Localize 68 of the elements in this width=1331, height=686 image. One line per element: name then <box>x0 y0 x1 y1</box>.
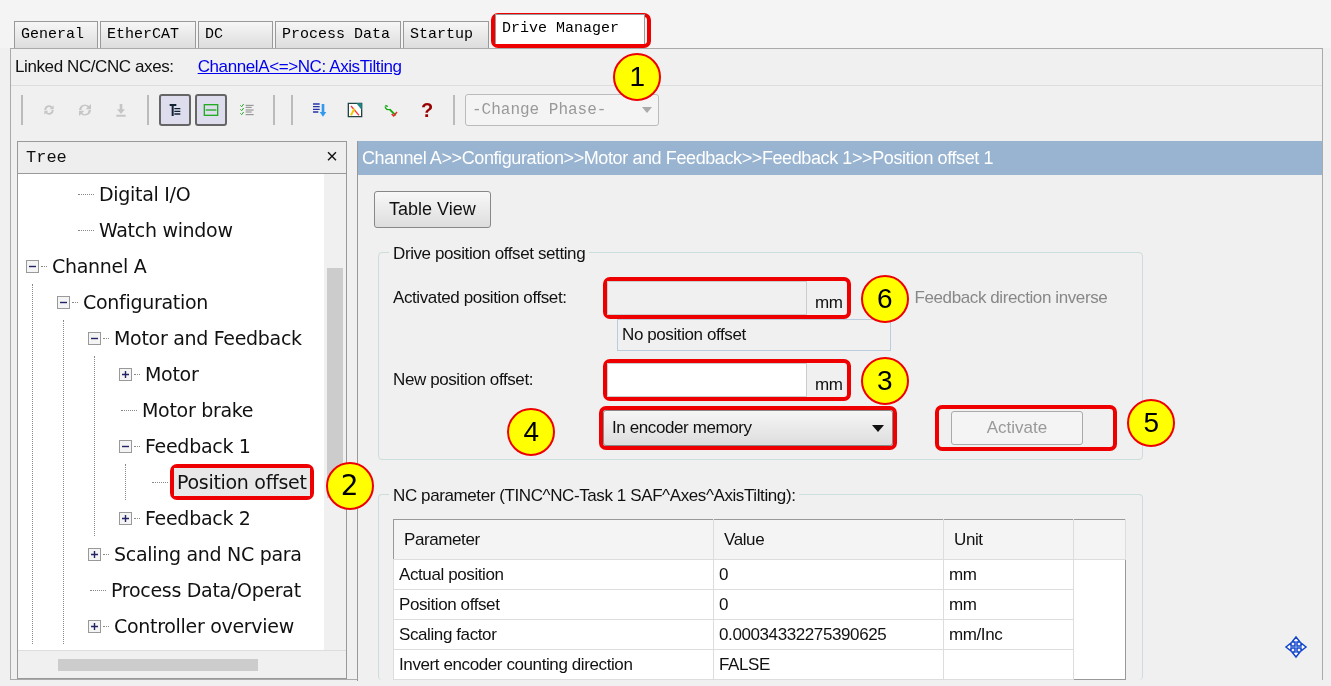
tab[interactable]: General <box>14 21 98 48</box>
tree-item[interactable]: Configuration <box>80 287 211 317</box>
close-button[interactable]: × <box>326 142 338 173</box>
tree-item[interactable]: Motor brake <box>139 395 257 425</box>
unit-label: mm <box>815 291 843 314</box>
table-cell: Invert encoder counting direction <box>399 654 633 674</box>
callout-marker: 5 <box>1127 399 1175 447</box>
axis-link[interactable]: ChannelA<=>NC: AxisTilting <box>197 54 402 80</box>
tab[interactable]: EtherCAT <box>100 21 196 48</box>
tab[interactable]: Drive Manager <box>495 14 645 44</box>
tree-item[interactable]: Channel A <box>49 251 150 281</box>
status-box: No position offset <box>617 319 891 351</box>
callout-marker: 3 <box>860 357 909 405</box>
link-label: Linked NC/CNC axes: <box>15 56 174 79</box>
help-button[interactable]: ? <box>411 93 443 126</box>
target-dropdown[interactable]: In encoder memory <box>603 410 893 446</box>
table-cell: FALSE <box>719 654 770 674</box>
expander-icon[interactable] <box>88 547 101 561</box>
expander-icon[interactable] <box>88 619 101 633</box>
tree-item[interactable]: Process Data/Operat <box>108 575 304 605</box>
tree-view-button[interactable] <box>159 93 191 126</box>
table-cell: mm/Inc <box>949 624 1003 644</box>
expander-icon[interactable] <box>119 439 132 453</box>
dropdown-arrow-icon <box>872 424 884 432</box>
tree-item[interactable]: Watch window <box>96 215 236 245</box>
tree-item[interactable]: Digital I/O <box>96 179 194 209</box>
tab[interactable]: DC <box>198 21 273 48</box>
expander-icon[interactable] <box>119 367 132 381</box>
column-header: Unit <box>943 519 1074 560</box>
tree-item[interactable]: Feedback 2 <box>142 503 254 533</box>
field-label: Activated position offset: <box>393 287 568 310</box>
expander-icon[interactable] <box>57 295 70 309</box>
column-header: Parameter <box>393 519 714 560</box>
table-cell: 0 <box>719 564 729 584</box>
offset-input[interactable] <box>607 363 807 397</box>
table-cell: mm <box>949 594 977 614</box>
tab[interactable]: Process Data <box>275 21 401 48</box>
option-label: Feedback direction inverse <box>913 287 1108 310</box>
dropdown-value: In encoder memory <box>612 417 752 440</box>
expander-icon[interactable] <box>119 511 132 525</box>
table-cell: Actual position <box>399 564 504 584</box>
pane-title: Tree <box>26 146 67 169</box>
tree-item[interactable]: Position offset <box>174 467 310 497</box>
tree-item[interactable]: Scaling and NC para <box>111 539 305 569</box>
tree-item[interactable]: Motor and Feedback <box>111 323 305 353</box>
move-icon <box>1284 635 1308 659</box>
column-header: Value <box>713 519 944 560</box>
expander-icon[interactable] <box>26 259 39 273</box>
callout-marker: 4 <box>507 408 555 456</box>
unit-label: mm <box>815 373 843 396</box>
layout-button[interactable] <box>195 93 227 126</box>
dropdown-arrow-icon <box>642 106 652 113</box>
table-cell: mm <box>949 564 977 584</box>
table-cell: 0 <box>719 594 729 614</box>
table-cell: Scaling factor <box>399 624 497 644</box>
table-cell: Position offset <box>399 594 500 614</box>
tree-item[interactable]: Controller overview <box>111 611 297 641</box>
tab[interactable]: Startup <box>403 21 489 48</box>
tree-item[interactable]: Motor <box>142 359 202 389</box>
field-label: New position offset: <box>393 369 535 392</box>
horizontal-scrollbar[interactable] <box>18 650 346 678</box>
table-view-button[interactable]: Table View <box>374 191 491 228</box>
breadcrumb-bar: Channel A>>Configuration>>Motor and Feedback>>Feedback 1>>Position offset 1 <box>358 141 1322 175</box>
expander-icon[interactable] <box>88 331 101 345</box>
phase-value: -Change Phase- <box>472 99 607 121</box>
callout-marker: 6 <box>860 275 909 323</box>
tree-item[interactable]: Feedback 1 <box>142 431 254 461</box>
table-cell: 0.00034332275390625 <box>719 624 887 644</box>
